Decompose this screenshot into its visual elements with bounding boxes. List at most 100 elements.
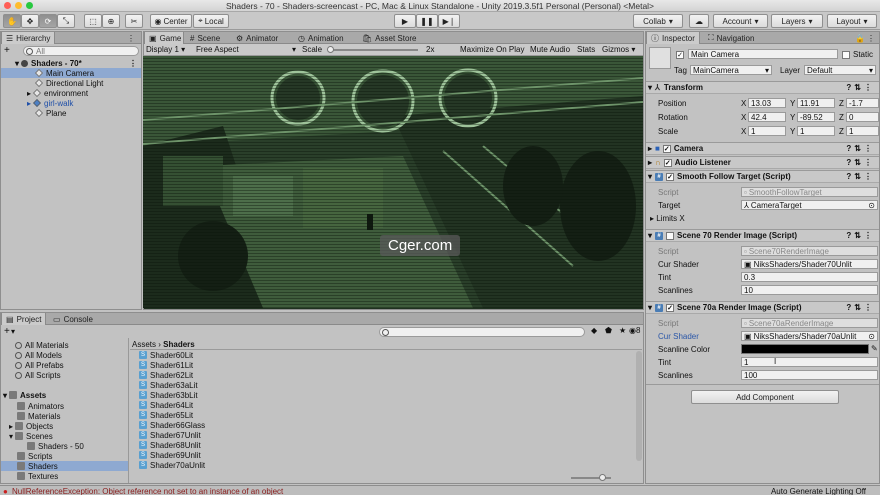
scanline-color-swatch[interactable] <box>741 344 869 354</box>
gizmos-dropdown[interactable]: Gizmos ▾ <box>602 45 635 54</box>
tab-scene[interactable]: # Scene <box>186 32 224 44</box>
render70a-header[interactable]: ▾ # ✓ Scene 70a Render Image (Script) ?⇅… <box>646 301 879 314</box>
move-tool-button[interactable]: ✥ <box>21 14 39 28</box>
scene-root-row[interactable]: ▾ Shaders - 70* ⋮ <box>1 58 141 68</box>
list-item[interactable]: S Shader66Glass <box>139 420 205 430</box>
eyedropper-icon[interactable]: ✎ <box>871 344 878 353</box>
add-object-button[interactable]: + <box>4 45 10 56</box>
tab-animation[interactable]: ◷ Animation <box>294 32 348 44</box>
folder-scenes[interactable]: ▾ Scenes <box>9 431 53 441</box>
folder-shaders-50[interactable]: Shaders - 50 <box>27 441 84 451</box>
favorite-star-icon[interactable]: ★ <box>619 326 626 335</box>
list-item[interactable]: S Shader64Lit <box>139 400 193 410</box>
kebab-menu-icon[interactable]: ⋮ <box>863 32 879 44</box>
limits-x-foldout[interactable]: ▸ Limits X <box>650 214 685 223</box>
target-field[interactable]: ⅄ CameraTarget ⊙ <box>741 200 878 210</box>
folder-scripts[interactable]: Scripts <box>17 451 52 461</box>
stats-toggle[interactable]: Stats <box>577 45 595 54</box>
camera-enabled-checkbox[interactable]: ✓ <box>662 144 671 153</box>
object-picker-icon[interactable]: ⊙ <box>868 332 875 340</box>
audio-enabled-checkbox[interactable]: ✓ <box>663 158 672 167</box>
position-x-field[interactable]: 13.03 <box>748 98 786 108</box>
favorite-all-scripts[interactable]: All Scripts <box>15 370 61 380</box>
rotation-x-field[interactable]: 42.4 <box>748 112 786 122</box>
collab-dropdown[interactable]: Collab ▾ <box>633 14 683 28</box>
mute-audio-toggle[interactable]: Mute Audio <box>530 45 570 54</box>
list-item[interactable]: S Shader68Unlit <box>139 440 201 450</box>
component-menu-icons[interactable]: ?⇅⋮ <box>846 83 875 92</box>
render70-shader-field[interactable]: ▣ NiksShaders/Shader70Unlit <box>741 259 878 269</box>
account-dropdown[interactable]: Account ▾ <box>713 14 768 28</box>
scale-y-field[interactable]: 1 <box>797 126 835 136</box>
tab-animator[interactable]: ⚙ Animator <box>232 32 282 44</box>
breadcrumb-shaders[interactable]: Shaders <box>163 340 195 349</box>
render70a-shader-field[interactable]: ▣ NiksShaders/Shader70aUnlit ⊙ <box>741 331 878 341</box>
render70-header[interactable]: ▾ # Scene 70 Render Image (Script) ?⇅⋮ <box>646 229 879 242</box>
camera-header[interactable]: ▸ ■ ✓ Camera ?⇅⋮ <box>646 142 879 155</box>
status-error-message[interactable]: NullReferenceException: Object reference… <box>12 487 283 495</box>
hierarchy-search-input[interactable]: All <box>23 46 139 56</box>
list-item[interactable]: S Shader62Lit <box>139 370 193 380</box>
favorite-all-prefabs[interactable]: All Prefabs <box>15 360 64 370</box>
component-menu-icons[interactable]: ?⇅⋮ <box>846 231 875 240</box>
step-button[interactable]: ▶❘ <box>438 14 460 28</box>
hierarchy-item-plane[interactable]: Plane <box>1 108 141 118</box>
list-item[interactable]: S Shader63bLit <box>139 390 198 400</box>
rotation-y-field[interactable]: -89.52 <box>797 112 835 122</box>
tab-console[interactable]: ▭ Console <box>49 313 97 325</box>
scale-tool-button[interactable]: ⤡ <box>57 14 75 28</box>
render70a-scanlines-field[interactable]: 100 <box>741 370 878 380</box>
breadcrumb-assets[interactable]: Assets <box>132 340 156 349</box>
pivot-center-button[interactable]: ◉ Center <box>150 14 192 28</box>
folder-materials[interactable]: Materials <box>17 411 60 421</box>
folder-shaders[interactable]: Shaders <box>1 461 128 471</box>
favorite-all-models[interactable]: All Models <box>15 350 62 360</box>
smooth-follow-header[interactable]: ▾ # ✓ Smooth Follow Target (Script) ?⇅⋮ <box>646 170 879 183</box>
game-view-render[interactable] <box>143 56 643 308</box>
space-local-button[interactable]: ⌖ Local <box>193 14 229 28</box>
list-item[interactable]: S Shader65Lit <box>139 410 193 420</box>
create-asset-button[interactable]: + <box>4 326 10 337</box>
transform-tool-button[interactable]: ⊕ <box>102 14 120 28</box>
layout-dropdown[interactable]: Layout ▾ <box>827 14 877 28</box>
filter-label-icon[interactable]: ⬟ <box>605 326 612 335</box>
hierarchy-item-main-camera[interactable]: Main Camera <box>1 68 141 78</box>
assets-root-folder[interactable]: ▾ Assets <box>3 390 46 400</box>
scale-z-field[interactable]: 1 <box>846 126 879 136</box>
hierarchy-item-girl-walk[interactable]: ▸ girl-walk <box>1 98 141 108</box>
active-checkbox[interactable]: ✓ <box>676 51 684 59</box>
render70-scanlines-field[interactable]: 10 <box>741 285 878 295</box>
component-menu-icons[interactable]: ?⇅⋮ <box>846 158 875 167</box>
tab-inspector[interactable]: ⓘ Inspector <box>646 32 700 44</box>
pause-button[interactable]: ❚❚ <box>416 14 438 28</box>
audio-listener-header[interactable]: ▸ ∩ ✓ Audio Listener ?⇅⋮ <box>646 156 879 169</box>
custom-tool-button[interactable]: ✂ <box>125 14 143 28</box>
transform-header[interactable]: ▾ ⅄ Transform ?⇅⋮ <box>646 81 879 94</box>
hierarchy-item-directional-light[interactable]: Directional Light <box>1 78 141 88</box>
display-dropdown[interactable]: Display 1 ▾ <box>146 45 185 54</box>
render70a-enabled-checkbox[interactable]: ✓ <box>666 303 675 312</box>
folder-objects[interactable]: ▸ Objects <box>9 421 53 431</box>
layer-dropdown[interactable]: Default ▾ <box>804 65 876 75</box>
list-item[interactable]: S Shader69Unlit <box>139 450 201 460</box>
aspect-dropdown[interactable]: Free Aspect ▾ <box>196 45 296 54</box>
rotate-tool-button[interactable]: ⟳ <box>39 14 57 28</box>
rotation-z-field[interactable]: 0 <box>846 112 879 122</box>
list-item[interactable]: S Shader70aUnlit <box>139 460 205 470</box>
auto-lighting-status[interactable]: Auto Generate Lighting Off <box>771 487 866 495</box>
project-search-input[interactable] <box>379 327 585 337</box>
hierarchy-item-environment[interactable]: ▸ environment <box>1 88 141 98</box>
position-y-field[interactable]: 11.91 <box>797 98 835 108</box>
render70-enabled-checkbox[interactable] <box>666 231 675 240</box>
scale-slider-track[interactable] <box>328 49 418 51</box>
scale-slider-handle[interactable] <box>327 46 334 53</box>
tab-hierarchy[interactable]: ☰ Hierarchy <box>1 32 56 44</box>
layers-dropdown[interactable]: Layers ▾ <box>771 14 823 28</box>
cloud-button[interactable]: ☁ <box>689 14 709 28</box>
smooth-follow-enabled-checkbox[interactable]: ✓ <box>666 172 675 181</box>
position-z-field[interactable]: -1.7 <box>846 98 879 108</box>
tab-navigation[interactable]: ⛶ Navigation <box>704 32 758 44</box>
panel-menu-button[interactable]: ⋮ <box>123 32 139 44</box>
list-item[interactable]: S Shader61Lit <box>139 360 193 370</box>
list-scrollbar[interactable] <box>636 351 642 461</box>
